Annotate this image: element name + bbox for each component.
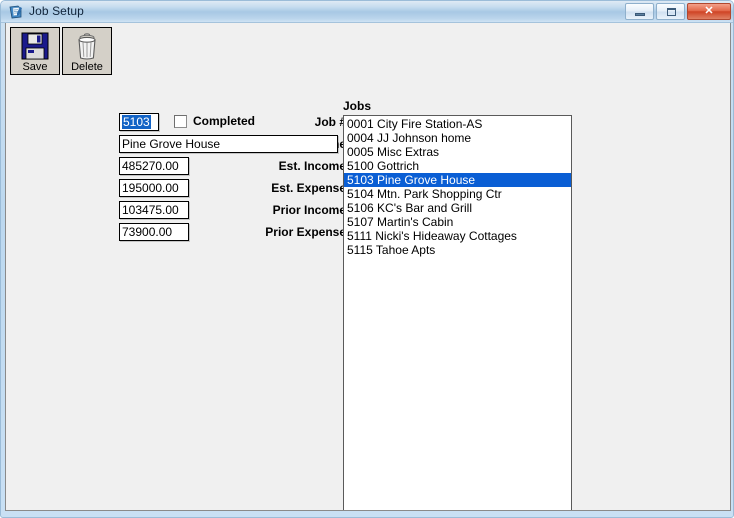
maximize-button[interactable]: [656, 3, 685, 20]
maximize-icon: [667, 8, 676, 16]
close-icon: ✕: [704, 5, 714, 17]
client-area: Save Delete Job # 5103 Completed Pine Gr…: [5, 23, 731, 511]
name-input[interactable]: Pine Grove House: [119, 135, 338, 153]
completed-checkbox[interactable]: [174, 114, 187, 128]
jobs-list-item[interactable]: 5104 Mtn. Park Shopping Ctr: [344, 187, 571, 201]
app-document-icon: [8, 4, 24, 20]
jobs-list-item[interactable]: 5103 Pine Grove House: [344, 173, 571, 187]
form-row-prior-income: Prior Income 103475.00: [6, 201, 346, 223]
jobs-list-item[interactable]: 0004 JJ Johnson home: [344, 131, 571, 145]
minimize-icon: [635, 13, 645, 16]
est-income-input[interactable]: 485270.00: [119, 157, 189, 175]
jobs-list-item[interactable]: 0001 City Fire Station-AS: [344, 117, 571, 131]
jobs-list-item[interactable]: 5111 Nicki's Hideaway Cottages: [344, 229, 571, 243]
toolbar: Save Delete: [10, 27, 112, 75]
minimize-button[interactable]: [625, 3, 654, 20]
delete-button-label: Delete: [71, 61, 103, 73]
form-row-job-number: Job # 5103 Completed: [6, 113, 346, 135]
form-row-prior-expense: Prior Expense 73900.00: [6, 223, 346, 245]
save-button-label: Save: [22, 61, 48, 73]
window-controls: ✕: [625, 3, 731, 20]
jobs-list-item[interactable]: 0005 Misc Extras: [344, 145, 571, 159]
prior-expense-label: Prior Expense: [265, 225, 346, 239]
est-income-label: Est. Income: [278, 159, 346, 173]
form-row-est-income: Est. Income 485270.00: [6, 157, 346, 179]
prior-income-input[interactable]: 103475.00: [119, 201, 189, 219]
prior-expense-input[interactable]: 73900.00: [119, 223, 189, 241]
prior-income-label: Prior Income: [272, 203, 346, 217]
jobs-list-item[interactable]: 5100 Gottrich: [344, 159, 571, 173]
form-row-est-expense: Est. Expense 195000.00: [6, 179, 346, 201]
delete-button[interactable]: Delete: [62, 27, 112, 75]
job-setup-window: Job Setup ✕ Save Delete Job # 5103 Compl…: [0, 0, 734, 518]
jobs-list-item[interactable]: 5115 Tahoe Apts: [344, 243, 571, 257]
jobs-list-item[interactable]: 5107 Martin's Cabin: [344, 215, 571, 229]
job-number-value: 5103: [122, 115, 151, 129]
est-expense-label: Est. Expense: [271, 181, 346, 195]
jobs-list-label: Jobs: [343, 99, 372, 113]
window-titlebar: Job Setup ✕: [1, 1, 733, 23]
jobs-listbox[interactable]: 0001 City Fire Station-AS 0004 JJ Johnson…: [343, 115, 572, 510]
job-form: Job # 5103 Completed Name Pine Grove Hou…: [6, 113, 346, 245]
save-button[interactable]: Save: [10, 27, 60, 75]
form-row-name: Name Pine Grove House: [6, 135, 346, 157]
close-button[interactable]: ✕: [687, 3, 731, 20]
completed-checkbox-group[interactable]: Completed: [174, 114, 255, 128]
window-title: Job Setup: [29, 4, 84, 18]
jobs-list-item[interactable]: 5106 KC's Bar and Grill: [344, 201, 571, 215]
job-number-input[interactable]: 5103: [119, 113, 159, 131]
est-expense-input[interactable]: 195000.00: [119, 179, 189, 197]
completed-label: Completed: [193, 114, 256, 128]
